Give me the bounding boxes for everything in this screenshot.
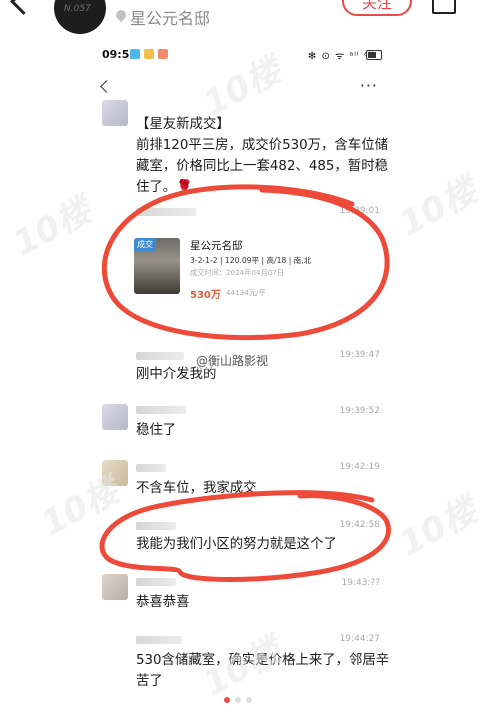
deal-price: 530万	[190, 290, 221, 301]
back-arrow-icon[interactable]	[10, 0, 37, 15]
notification-icon	[130, 49, 140, 59]
pager-dot[interactable]	[235, 697, 241, 703]
sender-name	[136, 464, 166, 472]
timestamp: 19:43:??	[341, 578, 380, 588]
deal-title: 星公元名邸	[190, 240, 243, 252]
chat-back-icon[interactable]	[100, 80, 113, 93]
deal-spec: 3-2-1-2 | 120.09平 | 高/18 | 南,北	[190, 256, 312, 265]
listing-photo: 成交	[134, 238, 180, 294]
sender-name	[136, 636, 182, 644]
share-icon[interactable]	[432, 0, 456, 14]
weibo-watermark: @衡山路影视	[196, 352, 269, 369]
poster-avatar[interactable]: N.057	[54, 0, 106, 34]
deal-tag: 成交	[134, 238, 156, 251]
image-pager[interactable]	[224, 688, 257, 703]
message-text: 稳住了	[136, 423, 177, 438]
status-icons: ✻ ⊙ ᯤ ᵃˡˡ ᵃˡˡ	[307, 51, 374, 62]
timestamp: 19:39:01	[339, 206, 380, 216]
battery-icon	[366, 50, 382, 60]
sender-name	[136, 578, 176, 586]
avatar[interactable]	[102, 574, 128, 600]
watermark: 10楼	[393, 170, 480, 245]
message-text: 我能为我们小区的努力就是这个了	[136, 537, 337, 552]
avatar[interactable]	[102, 404, 128, 430]
deal-unit-price: 44134元/平	[226, 288, 266, 297]
watermark: 10楼	[393, 490, 480, 565]
sender-name	[136, 208, 196, 216]
pager-dot[interactable]	[246, 697, 252, 703]
timestamp: 19:42:19	[339, 462, 380, 472]
timestamp: 19:39:47	[339, 350, 380, 360]
more-options-icon[interactable]: ···	[360, 76, 378, 95]
timestamp: 19:44:27	[339, 634, 380, 644]
sender-name	[136, 522, 176, 530]
watermark: 10楼	[7, 190, 98, 265]
chat-screenshot: 09:5 ✻ ⊙ ᯤ ᵃˡˡ ᵃˡˡ ··· 【星友新成交】 前排120平三房，…	[92, 42, 394, 714]
message-text: 【星友新成交】 前排120平三房，成交价530万，含车位储 藏室，价格同比上一套…	[136, 117, 388, 195]
pager-dot[interactable]	[224, 697, 230, 703]
deal-card[interactable]: 成交 星公元名邸 3-2-1-2 | 120.09平 | 高/18 | 南,北 …	[134, 230, 314, 312]
location-pin-icon	[113, 7, 129, 23]
message-text: 不含车位，我家成交	[136, 481, 257, 496]
location-label[interactable]: 星公元名邸	[130, 5, 210, 29]
timestamp: 19:39:52	[339, 406, 380, 416]
message-text: 恭喜恭喜	[136, 595, 190, 610]
timestamp: 19:42:58	[339, 520, 380, 530]
status-time: 09:5	[102, 48, 130, 61]
app-top-bar: N.057 星公元名邸 关注	[0, 0, 480, 40]
notification-icon	[158, 49, 168, 59]
sender-name	[136, 406, 186, 414]
notification-icon	[144, 49, 154, 59]
deal-date: 成交时间：2024年04月07日	[190, 268, 285, 277]
avatar[interactable]	[102, 100, 128, 126]
sender-name	[136, 352, 184, 360]
follow-button[interactable]: 关注	[342, 0, 412, 16]
